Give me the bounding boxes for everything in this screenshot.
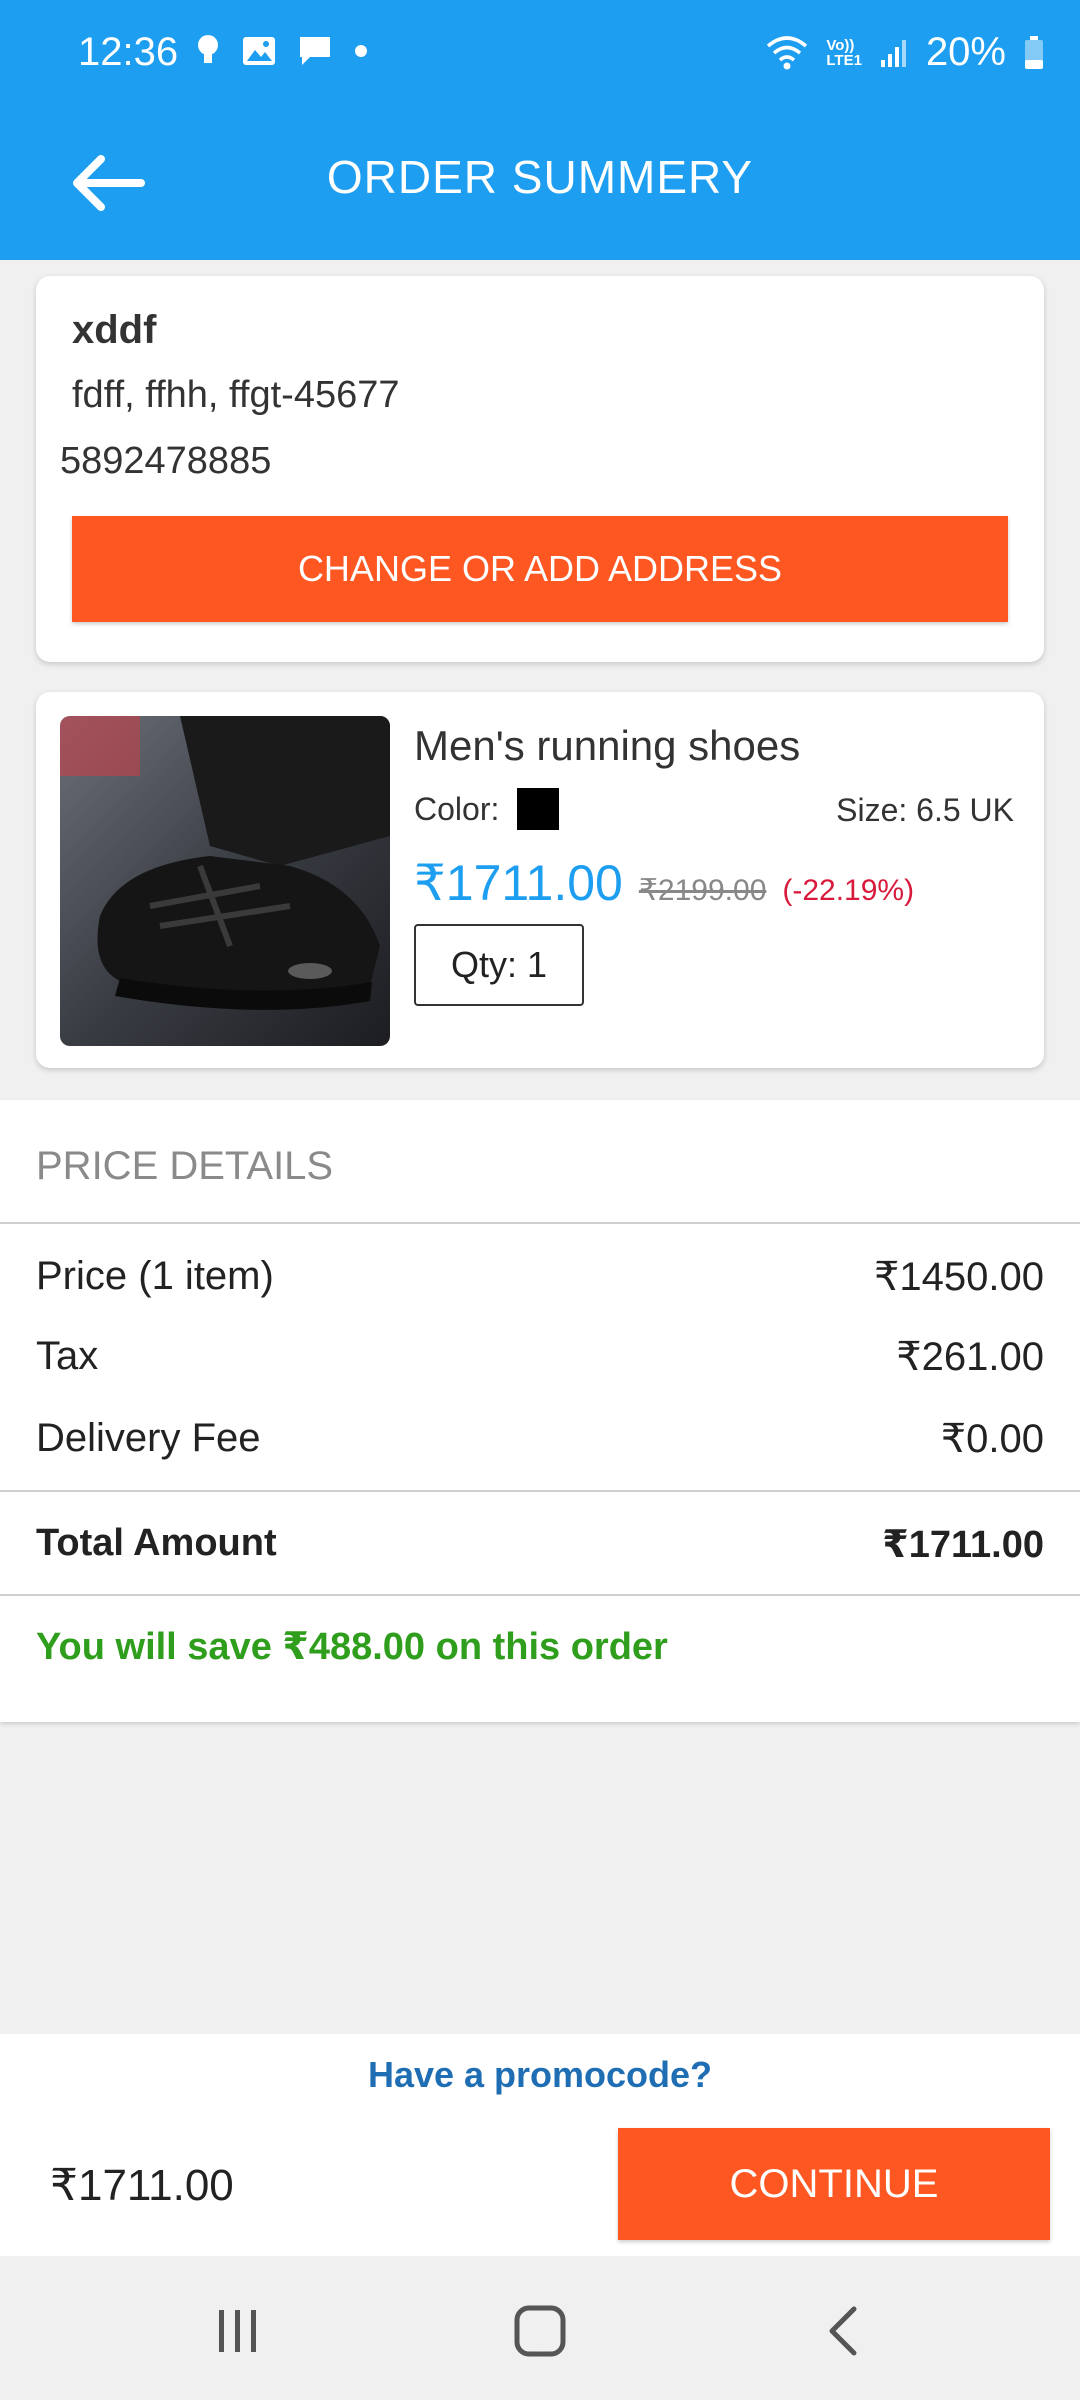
price-row-tax: Tax ₹261.00 (36, 1334, 1044, 1380)
promocode-link[interactable]: Have a promocode? (0, 2054, 1080, 2096)
color-swatch (517, 788, 560, 830)
signal-icon (880, 39, 906, 67)
product-original-price: ₹2199.00 (638, 874, 767, 907)
product-price: ₹1711.00 (414, 855, 623, 911)
price-details-heading: PRICE DETAILS (36, 1144, 334, 1188)
bottom-total: ₹1711.00 (50, 2161, 234, 2210)
app-bar: ORDER SUMMERY (0, 110, 1080, 260)
page-title: ORDER SUMMERY (326, 151, 754, 203)
recent-apps-button[interactable] (198, 2296, 278, 2366)
total-label: Total Amount (36, 1522, 277, 1564)
product-card[interactable]: Men's running shoes Color: Size: 6.5 UK … (36, 692, 1044, 1068)
battery-text: 20% (925, 30, 1006, 74)
status-time: 12:36 (78, 30, 179, 74)
row-label: Price (1 item) (36, 1254, 274, 1298)
bulb-icon (198, 35, 218, 63)
row-label: Tax (36, 1334, 99, 1378)
row-value: ₹261.00 (896, 1335, 1044, 1379)
status-bar: 12:36 Vo)) LTE1 20% (0, 0, 1080, 110)
nav-back-button[interactable] (804, 2296, 884, 2366)
back-icon (829, 2306, 857, 2356)
home-icon (514, 2305, 566, 2357)
shoe-image (60, 716, 390, 1046)
price-row-item: Price (1 item) ₹1450.00 (36, 1254, 1044, 1300)
battery-icon (1025, 35, 1043, 69)
price-row: ₹1711.00 ₹2199.00 (-22.19%) (414, 854, 914, 912)
checkout-bar: Have a promocode? ₹1711.00 CONTINUE (0, 2034, 1080, 2256)
message-icon (300, 37, 330, 65)
product-discount: (-22.19%) (782, 874, 915, 907)
image-icon (243, 37, 275, 65)
recent-apps-icon (219, 2310, 256, 2352)
price-row-delivery: Delivery Fee ₹0.00 (36, 1416, 1044, 1462)
savings-message: You will save ₹488.00 on this order (36, 1626, 668, 1668)
header: 12:36 Vo)) LTE1 20% ORDER SUMMERY (0, 0, 1080, 260)
product-size: Size: 6.5 UK (836, 792, 1014, 828)
product-color: Color: (414, 788, 560, 830)
total-value: ₹1711.00 (882, 1524, 1044, 1566)
address-name: xddf (72, 308, 157, 352)
address-card: xddf fdff, ffhh, ffgt-45677 5892478885 C… (36, 276, 1044, 662)
row-value: ₹0.00 (940, 1417, 1044, 1461)
wifi-icon (767, 35, 808, 69)
quantity-selector[interactable]: Qty: 1 (414, 924, 584, 1006)
divider (0, 1490, 1080, 1492)
status-right: Vo)) LTE1 20% (766, 30, 1044, 75)
row-value: ₹1450.00 (873, 1255, 1044, 1299)
divider (0, 1594, 1080, 1596)
home-button[interactable] (500, 2296, 580, 2366)
divider (0, 1222, 1080, 1224)
notification-icons (196, 34, 368, 68)
volte-icon: Vo)) LTE1 (826, 38, 862, 68)
price-details: PRICE DETAILS Price (1 item) ₹1450.00 Ta… (0, 1100, 1080, 1722)
row-label: Delivery Fee (36, 1416, 261, 1460)
product-name: Men's running shoes (414, 722, 801, 769)
system-nav-bar (0, 2256, 1080, 2400)
address-phone: 5892478885 (60, 440, 272, 482)
address-line: fdff, ffhh, ffgt-45677 (72, 374, 400, 416)
volte-label-top: Vo)) (826, 36, 855, 54)
change-address-button[interactable]: CHANGE OR ADD ADDRESS (72, 516, 1008, 622)
volte-label-bottom: LTE1 (826, 51, 862, 69)
product-image[interactable] (60, 716, 390, 1046)
color-label: Color: (414, 790, 500, 827)
total-row: Total Amount ₹1711.00 (36, 1522, 1044, 1567)
continue-button[interactable]: CONTINUE (618, 2128, 1050, 2240)
dot-icon (355, 45, 367, 57)
